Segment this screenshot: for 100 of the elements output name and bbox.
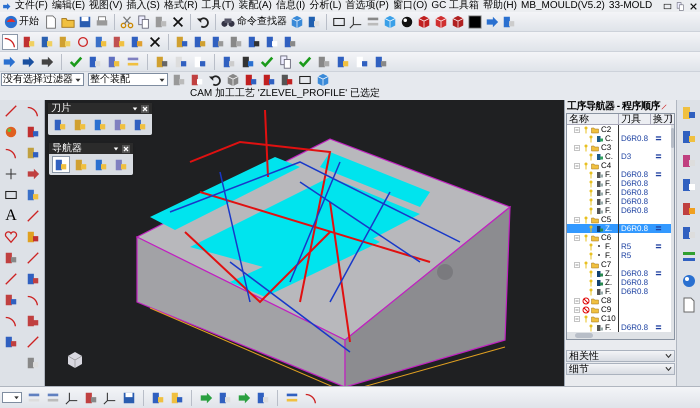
block-icon[interactable] (218, 390, 232, 404)
minimize-icon[interactable] (663, 2, 672, 10)
block-icon[interactable] (283, 34, 297, 48)
program-group-name[interactable]: C2 (601, 125, 612, 134)
scissors-icon[interactable] (120, 14, 134, 28)
print-icon[interactable] (95, 14, 109, 28)
block-icon[interactable] (155, 54, 169, 68)
menu-item[interactable]: 编辑(E) (52, 0, 86, 12)
menu-item[interactable]: 分析(L) (309, 0, 342, 12)
line-icon[interactable] (26, 335, 40, 349)
collapse-icon[interactable] (573, 144, 581, 152)
new-file-icon[interactable] (44, 14, 58, 28)
operation-name[interactable]: C. (605, 134, 613, 143)
block-icon[interactable] (211, 34, 225, 48)
column-header[interactable]: 刀具 (619, 114, 651, 124)
line-icon[interactable] (26, 251, 40, 265)
close-icon[interactable] (689, 2, 698, 10)
check-icon[interactable] (260, 54, 274, 68)
operation-name[interactable]: F. (605, 179, 612, 188)
collapse-icon[interactable] (573, 234, 581, 242)
doc-icon[interactable] (680, 297, 696, 313)
check-icon[interactable] (69, 54, 83, 68)
collapse-icon[interactable] (573, 314, 581, 322)
block-icon[interactable] (40, 34, 54, 48)
caret-icon[interactable] (113, 146, 119, 152)
block-icon[interactable] (88, 54, 102, 68)
collapse-icon[interactable] (573, 216, 581, 224)
cube-icon[interactable] (451, 14, 465, 28)
menu-item[interactable]: 33-MOLD (608, 0, 652, 12)
program-group-name[interactable]: C7 (601, 260, 612, 269)
caret-icon[interactable] (132, 106, 138, 112)
operation-name[interactable]: F. (605, 170, 612, 179)
menu-item[interactable]: 首选项(P) (346, 0, 389, 12)
column-header[interactable]: 名称 (567, 114, 619, 124)
save-icon[interactable] (122, 390, 136, 404)
arc-icon[interactable] (4, 314, 18, 328)
rect-icon[interactable] (4, 188, 18, 202)
block-icon[interactable] (151, 390, 165, 404)
cube-icon[interactable] (434, 14, 448, 28)
command-finder-button[interactable]: 命令查找器 (221, 12, 287, 30)
docs-icon[interactable] (279, 54, 293, 68)
arrow-icon[interactable] (2, 54, 16, 68)
block-icon[interactable] (170, 390, 184, 404)
program-group-name[interactable]: C9 (601, 305, 612, 314)
arc-icon[interactable] (26, 104, 40, 118)
color-swatch-icon[interactable] (468, 14, 482, 28)
arc-icon[interactable] (4, 146, 18, 160)
block-icon[interactable] (22, 34, 36, 48)
operation-name[interactable]: F. (605, 242, 612, 251)
arrow-icon[interactable] (26, 167, 40, 181)
axes-icon[interactable] (103, 390, 117, 404)
menu-item[interactable]: 插入(S) (126, 0, 160, 12)
menu-item[interactable]: MB_MOULD(V5.2) (520, 0, 605, 12)
menu-item[interactable]: 信息(I) (276, 0, 306, 12)
program-group-name[interactable]: C3 (601, 143, 612, 152)
menu-item[interactable]: GC 工具箱 (431, 0, 480, 12)
menu-item[interactable]: 装配(A) (238, 0, 272, 12)
column-header[interactable]: 换刀 (651, 114, 671, 124)
menu-item[interactable]: 工具(T) (202, 0, 234, 12)
operation-name[interactable]: Z. (605, 269, 612, 278)
circle-icon[interactable] (76, 34, 90, 48)
block-icon[interactable] (265, 34, 279, 48)
program-group-name[interactable]: C6 (601, 233, 612, 242)
plus-icon[interactable] (4, 167, 18, 181)
block-icon[interactable] (244, 72, 258, 86)
collapse-icon[interactable] (573, 306, 581, 314)
operation-name[interactable]: F. (605, 206, 612, 215)
arc-icon[interactable] (26, 293, 40, 307)
copy-icon[interactable] (137, 14, 151, 28)
collapse-icon[interactable] (573, 126, 581, 134)
graphics-viewport[interactable]: 刀片 导航器 (45, 100, 564, 386)
axes-icon[interactable] (349, 14, 363, 28)
line-icon[interactable] (4, 272, 18, 286)
block-icon[interactable] (193, 54, 207, 68)
heart-icon[interactable] (4, 230, 18, 244)
cube-icon[interactable] (417, 14, 431, 28)
selection-filter-dropdown[interactable]: 没有选择过滤器 (1, 73, 84, 86)
operation-name[interactable]: F. (605, 323, 612, 332)
operation-name[interactable]: Z. (605, 278, 612, 287)
operation-name[interactable]: F. (605, 188, 612, 197)
block-icon[interactable] (680, 177, 696, 193)
operation-name[interactable]: F. (605, 197, 612, 206)
restore-icon[interactable] (676, 2, 685, 10)
delete-icon[interactable] (171, 14, 185, 28)
save-icon[interactable] (78, 14, 92, 28)
layer-dropdown[interactable] (2, 392, 22, 403)
delete-icon[interactable] (148, 34, 162, 48)
line-icon[interactable] (4, 104, 18, 118)
menu-item[interactable]: 格式(R) (164, 0, 198, 12)
program-group-name[interactable]: C4 (601, 161, 612, 170)
bars-icon[interactable] (285, 390, 299, 404)
arrow-icon[interactable] (40, 54, 54, 68)
horizontal-scrollbar[interactable] (567, 332, 674, 339)
operation-name[interactable]: F. (605, 287, 612, 296)
collapse-icon[interactable] (573, 260, 581, 268)
program-group-name[interactable]: C8 (601, 296, 612, 305)
menu-item[interactable]: 帮助(H) (483, 0, 517, 12)
block-icon[interactable] (307, 14, 321, 28)
program-group-name[interactable]: C10 (601, 314, 616, 323)
menu-item[interactable]: 视图(V) (89, 0, 122, 12)
